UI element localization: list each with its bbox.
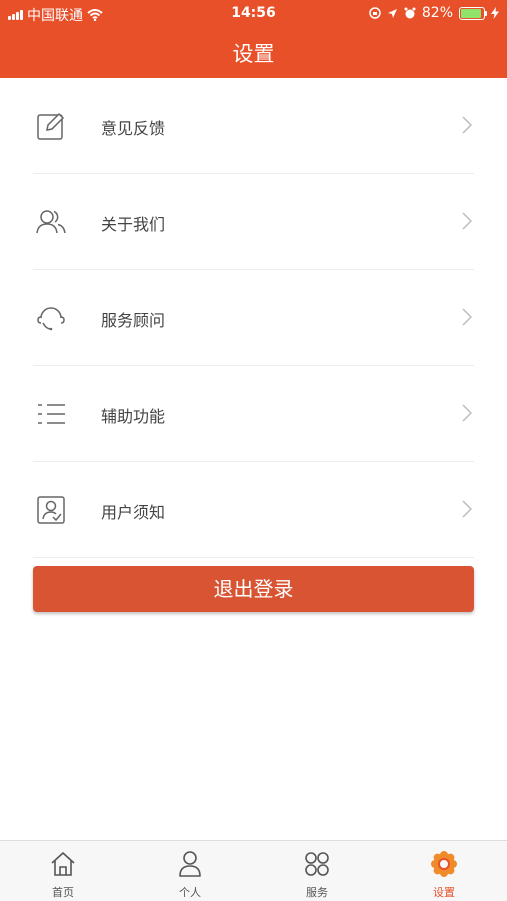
status-bar: 中国联通 14:56 82% [0, 0, 507, 28]
chevron-right-icon [462, 404, 472, 422]
chevron-right-icon [462, 212, 472, 230]
menu-item-label: 用户须知 [101, 503, 166, 522]
settings-list: 意见反馈 关于我们 服务顾问 辅助功能 用户须知 [0, 78, 507, 558]
alarm-icon [404, 7, 416, 19]
battery-icon [459, 6, 487, 20]
menu-item-feedback[interactable]: 意见反馈 [33, 78, 474, 174]
chevron-right-icon [462, 116, 472, 134]
grid-icon [305, 852, 329, 876]
charging-icon [491, 7, 499, 19]
home-icon [51, 852, 75, 876]
tab-settings[interactable]: 设置 [381, 841, 507, 901]
tab-label: 服务 [306, 886, 328, 899]
battery-percent: 82% [421, 5, 453, 21]
menu-item-advisor[interactable]: 服务顾问 [33, 270, 474, 366]
tab-label: 首页 [52, 886, 74, 899]
tab-bar: 首页 个人 服务 设置 [0, 840, 507, 901]
menu-item-label: 服务顾问 [101, 311, 166, 330]
list-icon [38, 404, 65, 424]
person-icon [179, 851, 201, 877]
menu-item-about[interactable]: 关于我们 [33, 174, 474, 270]
menu-item-user-notice[interactable]: 用户须知 [33, 462, 474, 558]
users-icon [36, 210, 66, 234]
gear-icon [431, 851, 457, 877]
edit-icon [37, 112, 65, 140]
tab-label: 设置 [433, 886, 455, 899]
tab-service[interactable]: 服务 [254, 841, 380, 901]
location-icon [387, 8, 397, 18]
app-header: 中国联通 14:56 82% 设置 [0, 0, 507, 78]
chevron-right-icon [462, 500, 472, 518]
logout-button[interactable]: 退出登录 [33, 566, 474, 612]
user-card-icon [37, 496, 65, 524]
menu-item-accessibility[interactable]: 辅助功能 [33, 366, 474, 462]
menu-item-label: 关于我们 [101, 215, 166, 234]
headset-icon [37, 307, 65, 331]
page-title: 设置 [232, 42, 275, 66]
chevron-right-icon [462, 308, 472, 326]
menu-item-label: 辅助功能 [101, 407, 166, 426]
tab-home[interactable]: 首页 [0, 841, 126, 901]
menu-item-label: 意见反馈 [101, 119, 166, 138]
rotation-lock-icon [369, 7, 381, 19]
tab-personal[interactable]: 个人 [127, 841, 253, 901]
tab-label: 个人 [179, 886, 201, 899]
